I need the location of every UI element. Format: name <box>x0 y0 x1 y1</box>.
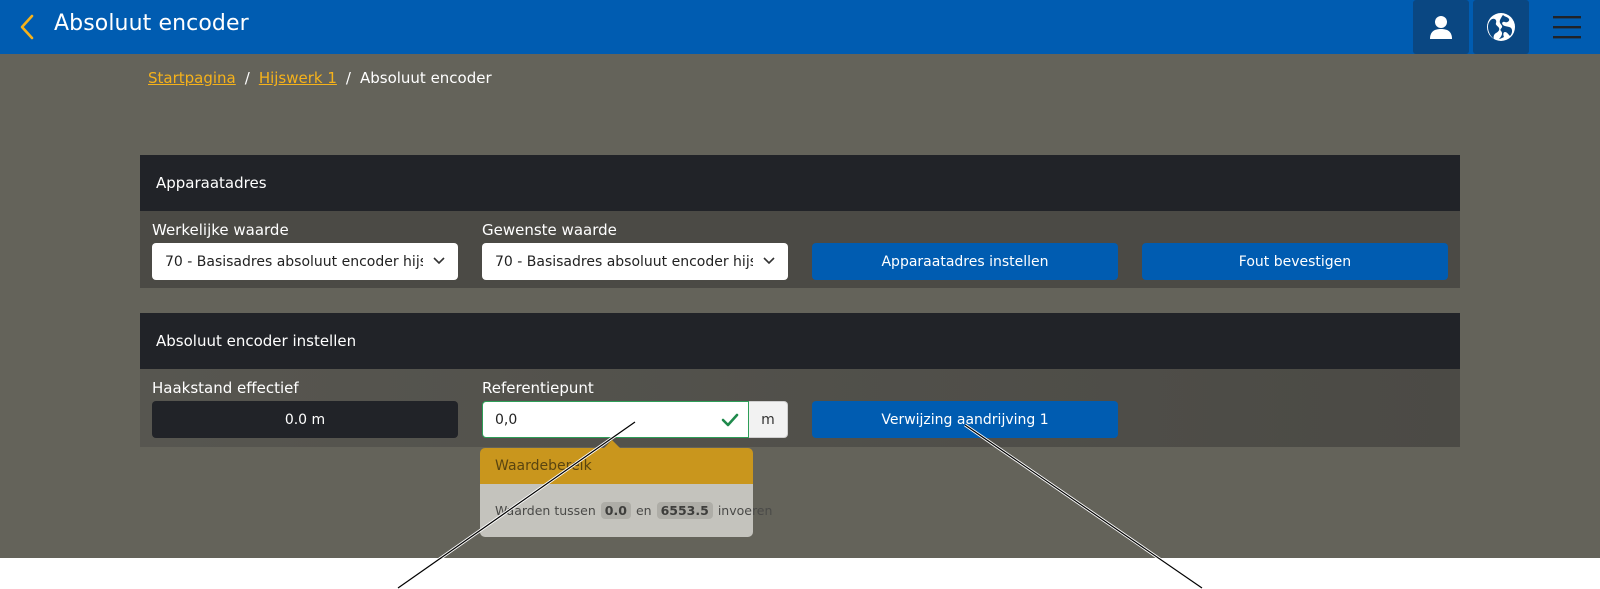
chevron-down-icon <box>763 257 775 265</box>
unit-label: m <box>749 401 788 438</box>
desired-value-selected: 70 - Basisadres absoluut encoder hijswer… <box>495 253 753 270</box>
breadcrumb-separator: / <box>244 69 250 87</box>
language-button[interactable] <box>1473 0 1529 54</box>
top-bar: Absoluut encoder <box>0 0 1600 54</box>
app-window: Absoluut encoder Startpagina / Hijswerk … <box>0 0 1600 558</box>
check-icon <box>721 413 739 427</box>
encoder-setup-panel: Absoluut encoder instellen Haakstand eff… <box>140 313 1460 447</box>
menu-button[interactable] <box>1538 0 1596 54</box>
popover-arrow <box>603 440 621 449</box>
panel-body: Werkelijke waarde 70 - Basisadres absolu… <box>140 211 1460 288</box>
desired-value-label: Gewenste waarde <box>482 221 617 239</box>
reference-point-value: 0,0 <box>495 411 518 428</box>
desired-value-select[interactable]: 70 - Basisadres absoluut encoder hijswer… <box>482 243 788 280</box>
breadcrumb-link-home[interactable]: Startpagina <box>148 69 236 87</box>
reference-point-label: Referentiepunt <box>482 379 594 397</box>
drive-reference-button[interactable]: Verwijzing aandrijving 1 <box>812 401 1118 438</box>
reference-point-input-group: 0,0 m <box>482 401 788 438</box>
breadcrumb: Startpagina / Hijswerk 1 / Absoluut enco… <box>148 69 492 87</box>
panel-body: Haakstand effectief 0.0 m Referentiepunt… <box>140 369 1460 447</box>
hook-position-readout: 0.0 m <box>152 401 458 438</box>
popover-body: Waarden tussen 0.0 en 6553.5 invoeren <box>480 484 772 537</box>
screenshot-stage: Absoluut encoder Startpagina / Hijswerk … <box>0 0 1600 589</box>
hook-position-label: Haakstand effectief <box>152 379 299 397</box>
device-address-panel: Apparaatadres Werkelijke waarde 70 - Bas… <box>140 155 1460 288</box>
user-button[interactable] <box>1413 0 1469 54</box>
globe-icon <box>1487 13 1515 41</box>
breadcrumb-separator: / <box>345 69 351 87</box>
range-min-value: 0.0 <box>600 502 631 519</box>
reference-point-input[interactable]: 0,0 <box>482 401 749 438</box>
panel-title: Apparaatadres <box>140 155 1460 211</box>
popover-text-before: Waarden tussen <box>495 503 596 518</box>
popover-title: Waardebereik <box>480 448 753 484</box>
confirm-error-button[interactable]: Fout bevestigen <box>1142 243 1448 280</box>
actual-value-selected: 70 - Basisadres absoluut encoder hijswer… <box>165 253 423 270</box>
breadcrumb-current: Absoluut encoder <box>359 69 492 87</box>
actual-value-label: Werkelijke waarde <box>152 221 289 239</box>
page-title: Absoluut encoder <box>54 11 249 36</box>
range-max-value: 6553.5 <box>656 502 713 519</box>
chevron-left-icon[interactable] <box>16 13 38 41</box>
breadcrumb-link-hoist[interactable]: Hijswerk 1 <box>259 69 337 87</box>
hamburger-menu-icon <box>1553 16 1581 39</box>
user-icon <box>1430 16 1452 39</box>
value-range-popover: Waardebereik Waarden tussen 0.0 en 6553.… <box>480 440 772 537</box>
panel-title: Absoluut encoder instellen <box>140 313 1460 369</box>
actual-value-select[interactable]: 70 - Basisadres absoluut encoder hijswer… <box>152 243 458 280</box>
set-device-address-button[interactable]: Apparaatadres instellen <box>812 243 1118 280</box>
chevron-down-icon <box>433 257 445 265</box>
popover-text-between: en <box>635 503 652 518</box>
popover-text-after: invoeren <box>717 503 773 518</box>
